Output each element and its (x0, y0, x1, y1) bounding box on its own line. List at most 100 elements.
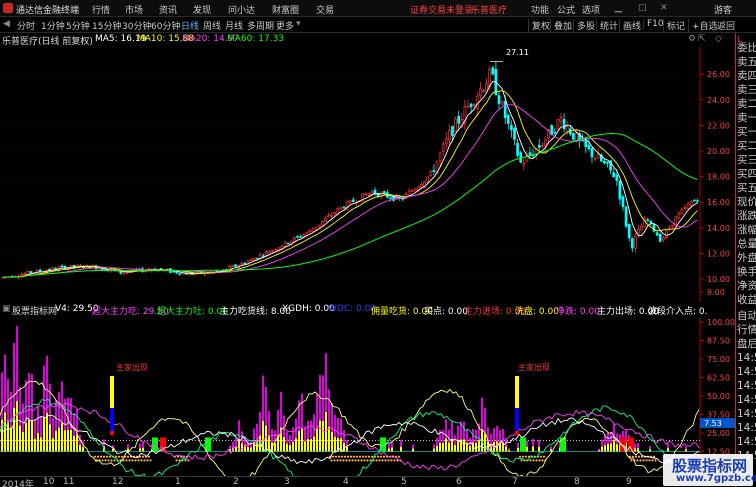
candle (426, 176, 430, 183)
panel-label-sell5: 卖五 (737, 56, 756, 68)
period-tab-60min[interactable]: 60分钟 (151, 19, 180, 32)
candle (274, 249, 278, 251)
panel-tab-quotes[interactable]: 行情 (737, 323, 756, 337)
trade-login-notice[interactable]: 证券交易未登录 (410, 3, 473, 16)
legend-wdc: WDC: 0.00 (328, 304, 377, 314)
candle (438, 152, 442, 161)
candle (692, 199, 696, 202)
time-axis: 2014年 10 11 12 1 2 3 4 5 6 7 8 9 (0, 476, 735, 487)
menu-formulas[interactable]: 公式 (557, 3, 575, 16)
period-tab-daily[interactable]: 日线 (181, 19, 199, 32)
max-price-label: 27.11 (506, 48, 529, 57)
period-toolbar: ◀ 分时 1分钟 5分钟 15分钟 30分钟 60分钟 日线 周线 月线 多周期… (0, 17, 756, 33)
candle (420, 184, 423, 188)
candle (333, 212, 337, 215)
period-tab-monthly[interactable]: 月线 (225, 19, 243, 32)
menu-discover[interactable]: 发现 (193, 3, 211, 16)
menu-wealth[interactable]: 财富圈 (272, 3, 299, 16)
chevron-down-icon[interactable]: ▾ (296, 19, 301, 29)
tick-time: 14:5 (737, 422, 756, 434)
signal-annotation-2: 主家出现 (518, 362, 550, 372)
candle (324, 218, 327, 223)
stock-name-label: 乐普医疗 (471, 6, 508, 16)
expand-icon[interactable]: ⇱ (698, 34, 706, 44)
f10-button[interactable]: F10 (643, 19, 664, 29)
candle (314, 227, 318, 230)
menu-bar: 通达信金融终端 行情 市场 资讯 发现 问小达 财富圈 交易 证券交易未登录 乐… (0, 0, 756, 17)
candle (413, 188, 417, 192)
candle (122, 272, 126, 274)
panel-label-earnings: 收益 (737, 294, 756, 306)
bookmark-button[interactable]: 标记 (663, 19, 685, 32)
candle (612, 172, 616, 178)
candle (596, 154, 600, 159)
maximize-icon[interactable]: □ (638, 3, 647, 13)
candle (429, 171, 433, 176)
candle (519, 152, 523, 163)
legend-buy-point: 买点: 0.00 (424, 307, 468, 317)
candle (637, 228, 640, 235)
panel-toggle-icon[interactable]: ◇ (715, 34, 722, 44)
candle (677, 213, 681, 219)
period-tab-timeshare[interactable]: 分时 (17, 19, 35, 32)
menu-options[interactable]: 选项 (582, 3, 600, 16)
menu-functions[interactable]: 功能 (531, 3, 549, 16)
candle (522, 163, 526, 166)
indicator-chart[interactable]: 100.0087.5075.0062.5050.0037.5025.0012.5… (0, 318, 735, 476)
price-chart[interactable]: 26.00 24.00 22.00 20.00 18.00 16.00 14.00 12.00… (0, 47, 735, 302)
indicator-menu-icon[interactable]: ▣ (2, 304, 11, 314)
menu-trade[interactable]: 交易 (316, 3, 334, 16)
period-tab-weekly[interactable]: 周线 (203, 19, 221, 32)
tick-time: 14:5 (737, 352, 756, 364)
settings-icon[interactable]: ⚙ (688, 34, 696, 44)
period-tab-1min[interactable]: 1分钟 (41, 19, 65, 32)
draw-line-button[interactable]: 画线 (619, 19, 641, 32)
legend-wave-entry: 波段介入点: 0. (648, 307, 708, 317)
candle (342, 206, 346, 209)
panel-tab-after-hours[interactable]: 盘后 (737, 337, 756, 351)
price-axis-tick: 16.00 (707, 198, 730, 207)
candle (48, 268, 51, 271)
candle (537, 144, 541, 148)
candle (351, 199, 355, 202)
candle (444, 138, 448, 144)
menu-news[interactable]: 资讯 (159, 3, 177, 16)
restore-rights-button[interactable]: 复权 (528, 19, 550, 32)
tick-time: 14:5 (737, 366, 756, 378)
watermark-url: www.7gpzb.com (676, 473, 756, 484)
indicator-axis-tick: 25.00 (707, 429, 730, 438)
candle (317, 224, 321, 228)
price-axis-tick: 9.00 (707, 288, 725, 297)
guest-label[interactable]: 游客 (714, 3, 732, 16)
candle (23, 273, 27, 276)
period-tab-more[interactable]: 更多 (276, 19, 294, 32)
candle (172, 271, 175, 273)
candle (615, 174, 619, 181)
menu-market-quotes[interactable]: 行情 (92, 3, 110, 16)
back-button[interactable]: 返回 (713, 19, 735, 32)
multi-stock-button[interactable]: 多股 (573, 19, 595, 32)
statistics-button[interactable]: 统计 (596, 19, 618, 32)
menu-ask[interactable]: 问小达 (228, 3, 255, 16)
price-axis-tick: 22.00 (707, 121, 730, 130)
period-tab-30min[interactable]: 30分钟 (122, 19, 151, 32)
candle (479, 88, 482, 96)
minimize-icon[interactable]: ▁ (615, 3, 622, 13)
candle (491, 67, 495, 75)
overlay-button[interactable]: 叠加 (550, 19, 572, 32)
chevron-left-icon[interactable]: ◀ (3, 19, 10, 29)
candle (497, 95, 501, 104)
panel-tab-auto[interactable]: 自动 (737, 309, 756, 323)
period-tab-multi[interactable]: 多周期 (247, 19, 274, 32)
candle (311, 228, 315, 232)
period-tab-15min[interactable]: 15分钟 (92, 19, 121, 32)
menu-market[interactable]: 市场 (125, 3, 143, 16)
period-tab-5min[interactable]: 5分钟 (66, 19, 90, 32)
candle (249, 258, 253, 262)
candle (286, 242, 290, 245)
time-label: 1 (175, 477, 181, 487)
tick-time: 14:5 (737, 408, 756, 420)
time-label: 11 (63, 477, 75, 487)
close-icon[interactable]: ✕ (660, 3, 668, 13)
panel-label-buy3: 买三 (737, 154, 756, 166)
